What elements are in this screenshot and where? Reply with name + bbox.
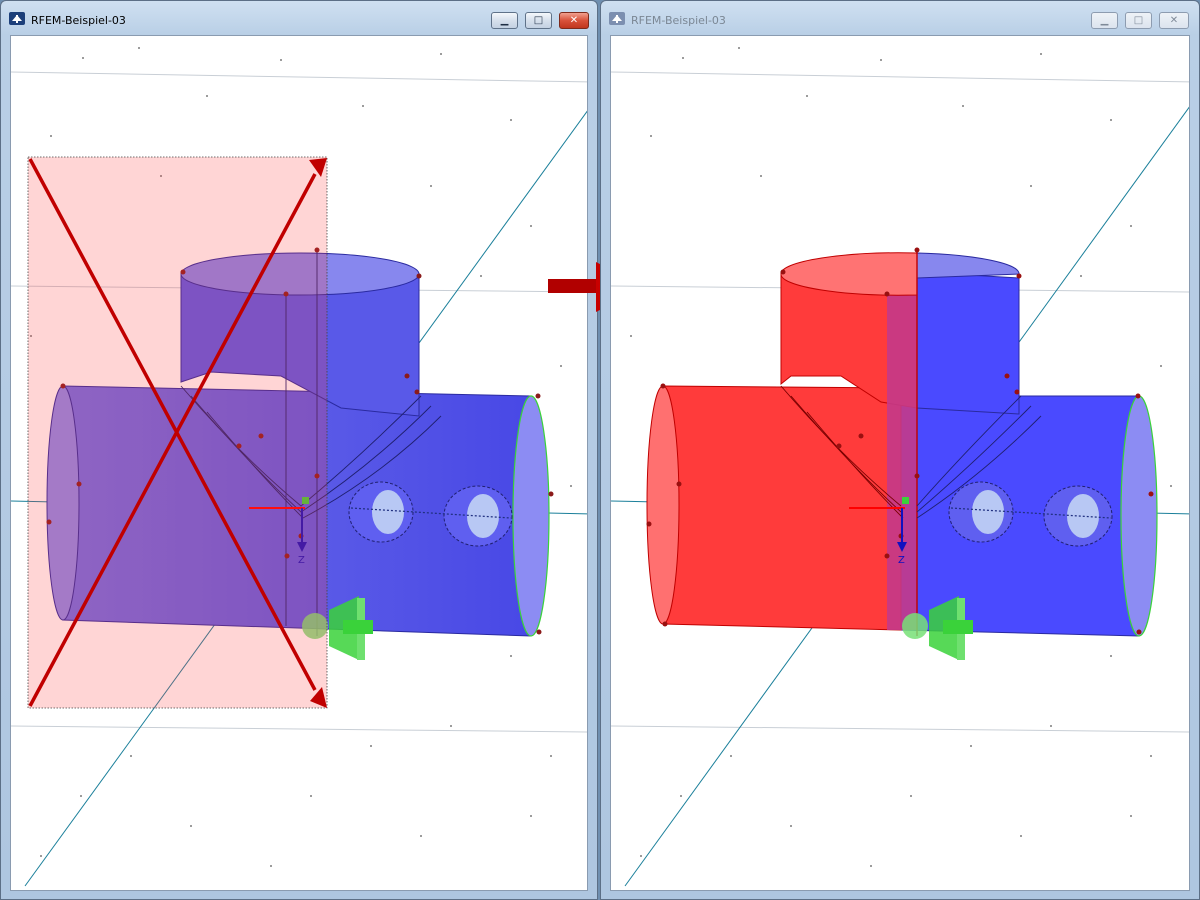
window-right: RFEM-Beispiel-03 ▁ □ ✕ Z	[600, 0, 1200, 900]
minimize-button[interactable]: ▁	[491, 12, 518, 29]
close-button[interactable]: ✕	[559, 12, 589, 29]
model-viewport-right[interactable]: Z	[610, 35, 1190, 891]
minimize-button[interactable]: ▁	[1091, 12, 1118, 29]
model-graphic-left[interactable]: Z	[11, 36, 588, 891]
app-icon	[609, 12, 625, 25]
close-button[interactable]: ✕	[1159, 12, 1189, 29]
maximize-button[interactable]: □	[525, 12, 552, 29]
app-icon	[9, 12, 25, 25]
window-title: RFEM-Beispiel-03	[631, 14, 726, 27]
maximize-button[interactable]: □	[1125, 12, 1152, 29]
title-bar[interactable]: RFEM-Beispiel-03 ▁ □ ✕	[601, 1, 1199, 33]
axis-label-z: Z	[898, 555, 905, 566]
model-viewport-left[interactable]: Z	[10, 35, 588, 891]
window-left: RFEM-Beispiel-03 ▁ □ ✕ Z	[0, 0, 598, 900]
model-graphic-right[interactable]: Z	[611, 36, 1190, 891]
window-title: RFEM-Beispiel-03	[31, 14, 126, 27]
t-pipe-model[interactable]	[646, 247, 1158, 637]
title-bar[interactable]: RFEM-Beispiel-03 ▁ □ ✕	[1, 1, 597, 33]
